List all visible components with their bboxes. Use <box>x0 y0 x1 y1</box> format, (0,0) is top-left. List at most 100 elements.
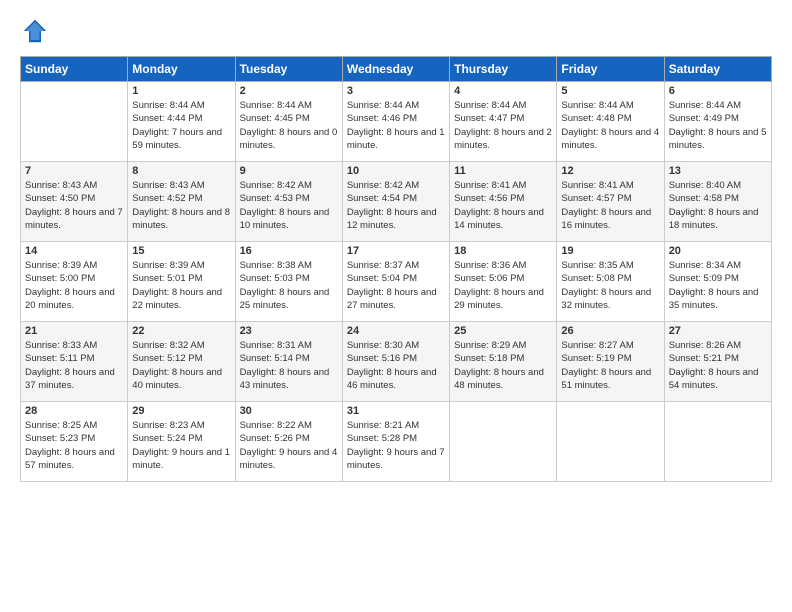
calendar-cell: 30 Sunrise: 8:22 AM Sunset: 5:26 PM Dayl… <box>235 402 342 482</box>
sunrise-text: Sunrise: 8:41 AM <box>454 180 526 191</box>
day-info: Sunrise: 8:26 AM Sunset: 5:21 PM Dayligh… <box>669 339 767 392</box>
daylight-text: Daylight: 7 hours and 59 minutes. <box>132 127 222 151</box>
sunrise-text: Sunrise: 8:26 AM <box>669 340 741 351</box>
sunset-text: Sunset: 4:57 PM <box>561 193 631 204</box>
calendar-cell: 25 Sunrise: 8:29 AM Sunset: 5:18 PM Dayl… <box>450 322 557 402</box>
daylight-text: Daylight: 8 hours and 43 minutes. <box>240 367 330 391</box>
sunrise-text: Sunrise: 8:44 AM <box>561 100 633 111</box>
day-info: Sunrise: 8:37 AM Sunset: 5:04 PM Dayligh… <box>347 259 445 312</box>
day-number: 12 <box>561 165 659 177</box>
sunset-text: Sunset: 5:21 PM <box>669 353 739 364</box>
sunrise-text: Sunrise: 8:37 AM <box>347 260 419 271</box>
calendar-cell: 31 Sunrise: 8:21 AM Sunset: 5:28 PM Dayl… <box>342 402 449 482</box>
week-row-3: 14 Sunrise: 8:39 AM Sunset: 5:00 PM Dayl… <box>21 242 772 322</box>
sunset-text: Sunset: 4:48 PM <box>561 113 631 124</box>
sunset-text: Sunset: 5:09 PM <box>669 273 739 284</box>
day-info: Sunrise: 8:41 AM Sunset: 4:56 PM Dayligh… <box>454 179 552 232</box>
day-info: Sunrise: 8:38 AM Sunset: 5:03 PM Dayligh… <box>240 259 338 312</box>
calendar-cell: 27 Sunrise: 8:26 AM Sunset: 5:21 PM Dayl… <box>664 322 771 402</box>
calendar-cell: 13 Sunrise: 8:40 AM Sunset: 4:58 PM Dayl… <box>664 162 771 242</box>
sunset-text: Sunset: 5:26 PM <box>240 433 310 444</box>
day-info: Sunrise: 8:44 AM Sunset: 4:45 PM Dayligh… <box>240 99 338 152</box>
daylight-text: Daylight: 8 hours and 20 minutes. <box>25 287 115 311</box>
sunrise-text: Sunrise: 8:35 AM <box>561 260 633 271</box>
calendar-cell <box>21 82 128 162</box>
sunrise-text: Sunrise: 8:44 AM <box>347 100 419 111</box>
day-number: 28 <box>25 405 123 417</box>
day-number: 25 <box>454 325 552 337</box>
day-info: Sunrise: 8:35 AM Sunset: 5:08 PM Dayligh… <box>561 259 659 312</box>
sunset-text: Sunset: 4:56 PM <box>454 193 524 204</box>
day-info: Sunrise: 8:36 AM Sunset: 5:06 PM Dayligh… <box>454 259 552 312</box>
sunrise-text: Sunrise: 8:34 AM <box>669 260 741 271</box>
day-info: Sunrise: 8:29 AM Sunset: 5:18 PM Dayligh… <box>454 339 552 392</box>
day-number: 22 <box>132 325 230 337</box>
sunrise-text: Sunrise: 8:41 AM <box>561 180 633 191</box>
day-info: Sunrise: 8:44 AM Sunset: 4:44 PM Dayligh… <box>132 99 230 152</box>
daylight-text: Daylight: 8 hours and 4 minutes. <box>561 127 659 151</box>
day-number: 1 <box>132 85 230 97</box>
logo-icon <box>20 16 50 46</box>
calendar-cell <box>450 402 557 482</box>
day-header-friday: Friday <box>557 57 664 82</box>
sunset-text: Sunset: 4:54 PM <box>347 193 417 204</box>
sunrise-text: Sunrise: 8:23 AM <box>132 420 204 431</box>
sunrise-text: Sunrise: 8:42 AM <box>240 180 312 191</box>
calendar-cell: 14 Sunrise: 8:39 AM Sunset: 5:00 PM Dayl… <box>21 242 128 322</box>
sunset-text: Sunset: 5:12 PM <box>132 353 202 364</box>
sunrise-text: Sunrise: 8:43 AM <box>25 180 97 191</box>
day-info: Sunrise: 8:39 AM Sunset: 5:01 PM Dayligh… <box>132 259 230 312</box>
day-number: 29 <box>132 405 230 417</box>
calendar-cell: 8 Sunrise: 8:43 AM Sunset: 4:52 PM Dayli… <box>128 162 235 242</box>
sunrise-text: Sunrise: 8:36 AM <box>454 260 526 271</box>
week-row-4: 21 Sunrise: 8:33 AM Sunset: 5:11 PM Dayl… <box>21 322 772 402</box>
sunset-text: Sunset: 5:01 PM <box>132 273 202 284</box>
calendar-cell: 18 Sunrise: 8:36 AM Sunset: 5:06 PM Dayl… <box>450 242 557 322</box>
calendar-cell: 22 Sunrise: 8:32 AM Sunset: 5:12 PM Dayl… <box>128 322 235 402</box>
sunrise-text: Sunrise: 8:30 AM <box>347 340 419 351</box>
day-number: 2 <box>240 85 338 97</box>
sunrise-text: Sunrise: 8:25 AM <box>25 420 97 431</box>
day-info: Sunrise: 8:40 AM Sunset: 4:58 PM Dayligh… <box>669 179 767 232</box>
sunrise-text: Sunrise: 8:44 AM <box>454 100 526 111</box>
calendar-cell: 11 Sunrise: 8:41 AM Sunset: 4:56 PM Dayl… <box>450 162 557 242</box>
day-info: Sunrise: 8:31 AM Sunset: 5:14 PM Dayligh… <box>240 339 338 392</box>
daylight-text: Daylight: 8 hours and 27 minutes. <box>347 287 437 311</box>
calendar-cell <box>664 402 771 482</box>
sunrise-text: Sunrise: 8:44 AM <box>240 100 312 111</box>
day-number: 6 <box>669 85 767 97</box>
calendar-cell: 9 Sunrise: 8:42 AM Sunset: 4:53 PM Dayli… <box>235 162 342 242</box>
calendar-cell: 21 Sunrise: 8:33 AM Sunset: 5:11 PM Dayl… <box>21 322 128 402</box>
daylight-text: Daylight: 9 hours and 4 minutes. <box>240 447 338 471</box>
calendar-cell: 20 Sunrise: 8:34 AM Sunset: 5:09 PM Dayl… <box>664 242 771 322</box>
daylight-text: Daylight: 8 hours and 16 minutes. <box>561 207 651 231</box>
day-number: 17 <box>347 245 445 257</box>
sunset-text: Sunset: 5:04 PM <box>347 273 417 284</box>
calendar-cell: 3 Sunrise: 8:44 AM Sunset: 4:46 PM Dayli… <box>342 82 449 162</box>
sunrise-text: Sunrise: 8:27 AM <box>561 340 633 351</box>
daylight-text: Daylight: 8 hours and 18 minutes. <box>669 207 759 231</box>
day-number: 3 <box>347 85 445 97</box>
daylight-text: Daylight: 9 hours and 1 minute. <box>132 447 230 471</box>
daylight-text: Daylight: 8 hours and 40 minutes. <box>132 367 222 391</box>
sunrise-text: Sunrise: 8:42 AM <box>347 180 419 191</box>
day-header-tuesday: Tuesday <box>235 57 342 82</box>
sunset-text: Sunset: 4:45 PM <box>240 113 310 124</box>
calendar-cell: 28 Sunrise: 8:25 AM Sunset: 5:23 PM Dayl… <box>21 402 128 482</box>
day-info: Sunrise: 8:42 AM Sunset: 4:54 PM Dayligh… <box>347 179 445 232</box>
sunrise-text: Sunrise: 8:31 AM <box>240 340 312 351</box>
sunset-text: Sunset: 5:08 PM <box>561 273 631 284</box>
calendar-cell: 29 Sunrise: 8:23 AM Sunset: 5:24 PM Dayl… <box>128 402 235 482</box>
day-number: 9 <box>240 165 338 177</box>
day-number: 13 <box>669 165 767 177</box>
daylight-text: Daylight: 8 hours and 12 minutes. <box>347 207 437 231</box>
daylight-text: Daylight: 9 hours and 7 minutes. <box>347 447 445 471</box>
sunset-text: Sunset: 4:44 PM <box>132 113 202 124</box>
day-info: Sunrise: 8:44 AM Sunset: 4:47 PM Dayligh… <box>454 99 552 152</box>
sunset-text: Sunset: 5:28 PM <box>347 433 417 444</box>
sunrise-text: Sunrise: 8:40 AM <box>669 180 741 191</box>
calendar-cell: 10 Sunrise: 8:42 AM Sunset: 4:54 PM Dayl… <box>342 162 449 242</box>
daylight-text: Daylight: 8 hours and 7 minutes. <box>25 207 123 231</box>
calendar-cell: 1 Sunrise: 8:44 AM Sunset: 4:44 PM Dayli… <box>128 82 235 162</box>
sunset-text: Sunset: 4:50 PM <box>25 193 95 204</box>
